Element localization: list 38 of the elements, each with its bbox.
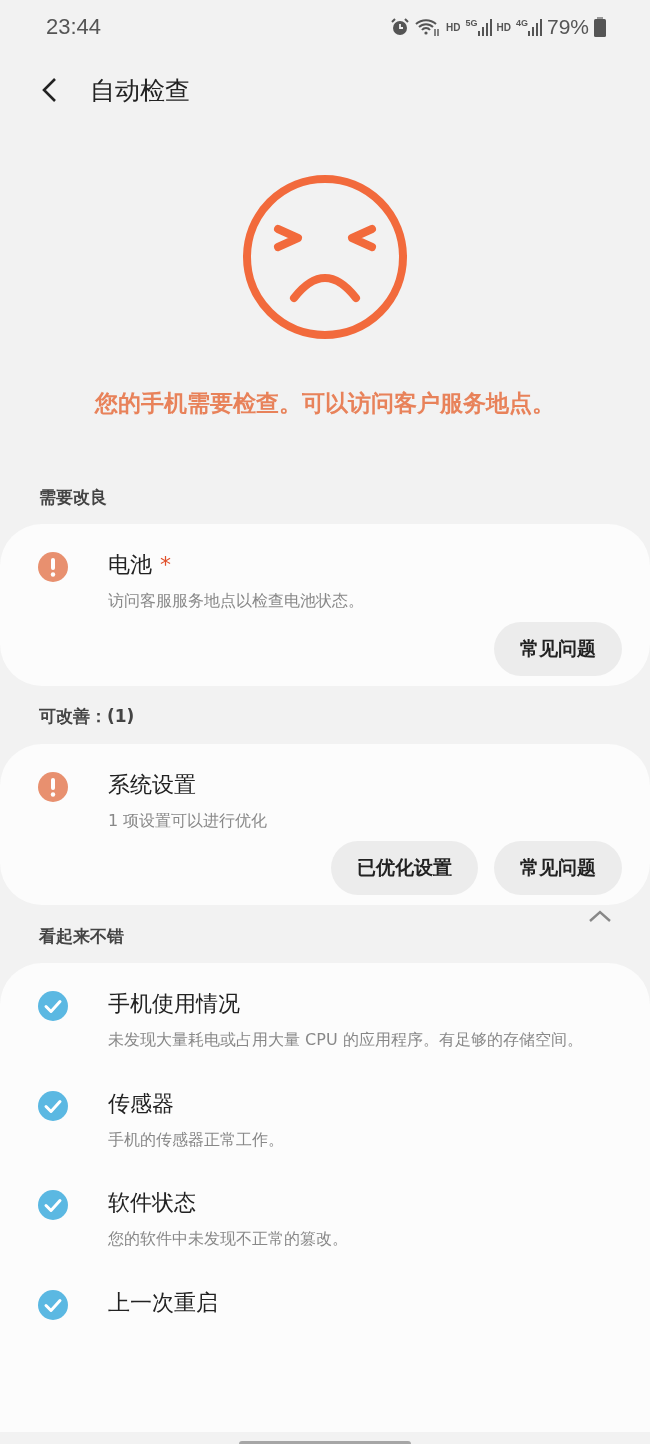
signal-icon [477,18,492,36]
section-title: 看起来不错 [39,924,124,948]
section-title: 需要改良 [39,485,107,509]
action-button[interactable]: 常见问题 [494,621,622,676]
clock-time: 23:44 [46,14,103,40]
action-button[interactable]: 已优化设置 [331,841,478,896]
sad-face-icon [242,174,408,340]
page-title: 自动检查 [90,74,190,107]
signal-icon [527,18,542,36]
item-description: 1 项设置可以进行优化 [108,809,269,832]
check-icon [38,991,68,1022]
battery-percentage: 79% [546,15,589,39]
item-description: 手机的传感器正常工作。 [108,1128,285,1151]
item-title: 传感器 [108,1089,174,1118]
battery-icon [594,17,606,37]
item-description: 您的软件中未发现不正常的篡改。 [108,1228,349,1251]
action-button[interactable]: 常见问题 [494,841,622,896]
item-title: 系统设置 [108,770,196,799]
hd-label: HD [496,21,511,33]
warning-icon [38,552,68,582]
wifi-icon [415,17,442,37]
required-mark: * [160,552,171,577]
check-icon [38,1090,68,1121]
item-description: 未发现大量耗电或占用大量 CPU 的应用程序。有足够的存储空间。 [108,1029,584,1052]
item-title: 电池 [108,551,152,579]
item-description: 访问客服服务地点以检查电池状态。 [108,590,365,612]
item-title: 软件状态 [108,1189,196,1218]
hd-label: HD [446,21,461,33]
result-message: 您的手机需要检查。可以访问客户服务地点。 [95,389,555,418]
warning-icon [38,771,68,802]
network-label: 5G [465,18,478,28]
check-icon [38,1289,68,1320]
network-label: 4G [515,18,528,28]
section-title: 可改善：(1) [39,705,135,729]
item-title: 手机使用情况 [108,990,240,1019]
item-title: 上一次重启 [108,1288,218,1317]
alarm-icon [390,17,411,37]
check-icon [38,1190,68,1221]
